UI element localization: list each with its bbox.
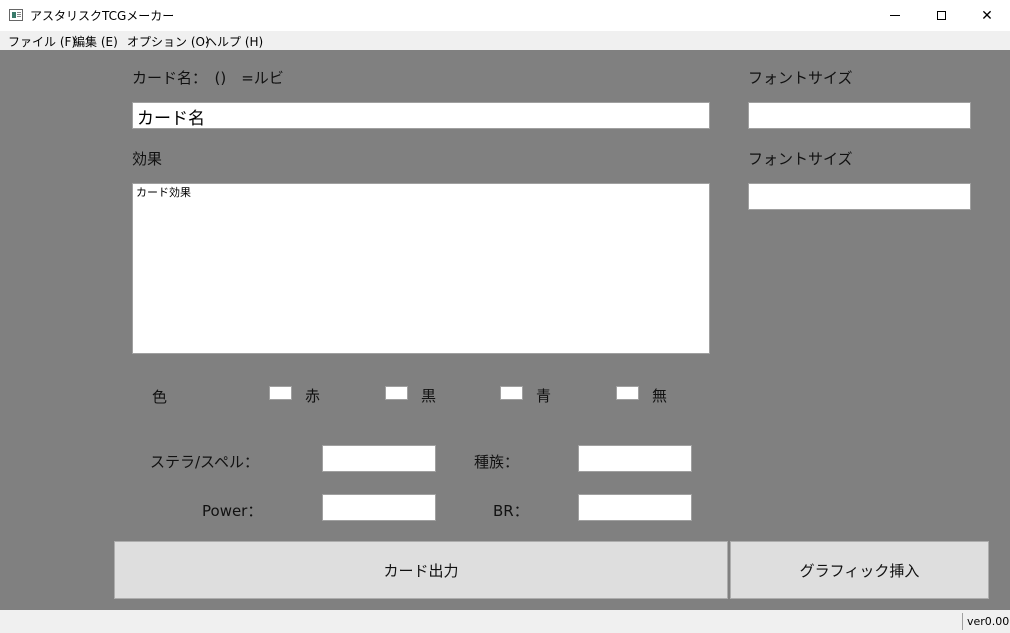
race-label: 種族： [474,453,520,471]
color-black-label: 黒 [421,387,437,405]
effect-textarea[interactable]: カード効果 [132,183,710,354]
close-button[interactable]: ✕ [964,0,1010,31]
effect-label: 効果 [132,150,163,168]
minimize-icon [890,15,900,16]
br-input[interactable] [578,494,692,521]
maximize-button[interactable] [918,0,964,31]
close-icon: ✕ [981,7,993,24]
menu-file[interactable]: ファイル (F) [8,33,76,50]
name-font-size-input[interactable] [748,102,971,129]
menu-bar: ファイル (F) 編集 (E) オプション (O) ヘルプ (H) [0,31,1010,50]
card-name-input[interactable]: カード名 [132,102,710,129]
menu-options[interactable]: オプション (O) [127,33,210,50]
card-output-button[interactable]: カード出力 [114,541,728,599]
color-colorless-label: 無 [652,387,668,405]
color-red-checkbox[interactable] [269,386,292,400]
status-bar: ver0.00 [0,610,1010,633]
power-input[interactable] [322,494,436,521]
insert-graphic-button[interactable]: グラフィック挿入 [730,541,989,599]
effect-font-size-input[interactable] [748,183,971,210]
br-label: BR： [493,502,529,520]
app-icon [9,9,23,21]
effect-value: カード効果 [136,186,191,199]
menu-edit[interactable]: 編集 (E) [73,33,118,50]
title-bar: アスタリスクTCGメーカー ✕ [0,0,1010,32]
stella-spell-input[interactable] [322,445,436,472]
color-label: 色 [152,388,168,406]
stella-spell-label: ステラ/スペル： [150,453,260,471]
color-black-checkbox[interactable] [385,386,408,400]
version-label: ver0.00 [967,615,1010,628]
menu-help[interactable]: ヘルプ (H) [205,33,263,50]
race-input[interactable] [578,445,692,472]
effect-font-size-label: フォントサイズ [748,150,853,168]
color-colorless-checkbox[interactable] [616,386,639,400]
card-name-label: カード名： () =ルビ [132,69,284,87]
power-label: Power： [202,502,263,520]
window-title: アスタリスクTCGメーカー [30,9,175,23]
card-name-value: カード名 [137,109,205,129]
status-separator [962,613,963,630]
minimize-button[interactable] [872,0,918,31]
color-blue-label: 青 [536,387,552,405]
color-red-label: 赤 [305,387,321,405]
name-font-size-label: フォントサイズ [748,69,853,87]
color-blue-checkbox[interactable] [500,386,523,400]
maximize-icon [936,11,946,20]
